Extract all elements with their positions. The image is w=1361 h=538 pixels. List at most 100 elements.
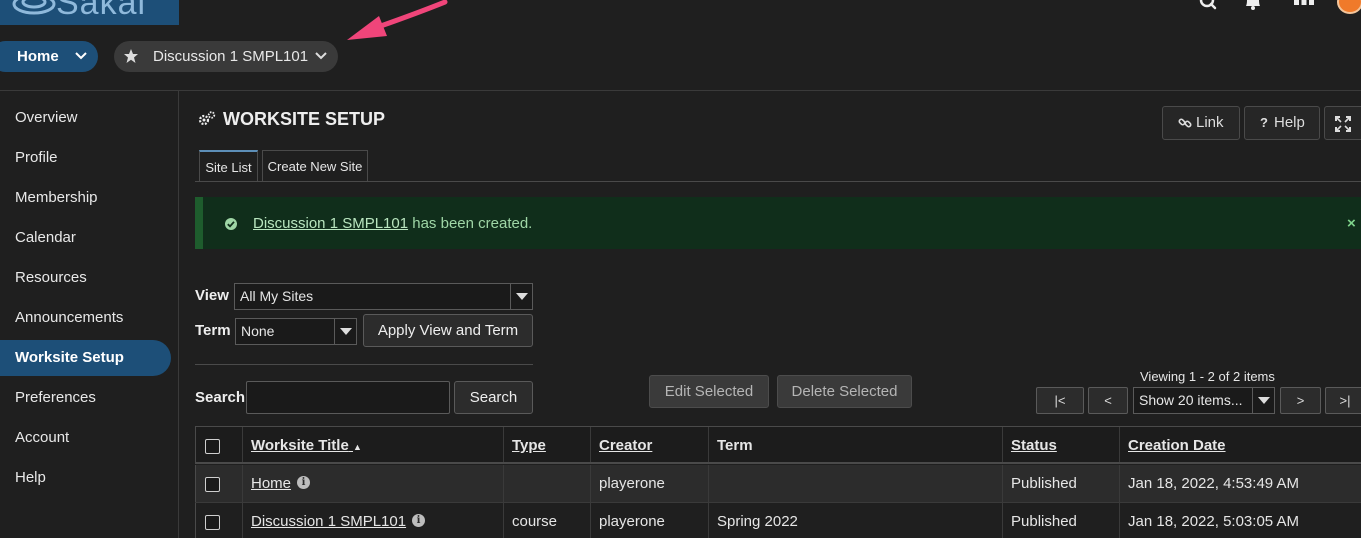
alert-message-text: has been created. [408,215,533,232]
view-select-value: All My Sites [240,288,314,304]
logo-swirl-icon [12,0,56,15]
search-label: Search [195,389,246,406]
question-icon: ? [1260,115,1268,130]
col-type[interactable]: Type [503,427,591,462]
view-label: View [195,287,229,304]
cell-type: course [503,503,591,538]
header-select-cell [195,427,243,462]
tab-create-new-site[interactable]: Create New Site [262,150,368,182]
alert-message: Discussion 1 SMPL101 has been created. [253,215,532,232]
help-button[interactable]: ? Help [1244,106,1320,140]
filter-divider [195,364,533,365]
search-input[interactable] [246,381,450,414]
table-row: Home i playerone Published Jan 18, 2022, … [195,465,1361,503]
sidebar-item-profile[interactable]: Profile [0,140,171,176]
link-button-label: Link [1196,114,1224,131]
chevron-down-icon [315,52,327,60]
caret-down-icon [334,319,356,344]
row-select-cell [195,465,243,502]
logo-text: Sakai [56,0,147,22]
sidebar-item-account[interactable]: Account [0,420,171,456]
cell-term [708,465,1003,502]
site-title-link[interactable]: Discussion 1 SMPL101 [251,513,406,530]
apply-view-term-button[interactable]: Apply View and Term [363,314,533,347]
sidebar-item-preferences[interactable]: Preferences [0,380,171,416]
sidebar-item-resources[interactable]: Resources [0,260,171,296]
delete-selected-button[interactable]: Delete Selected [777,375,912,408]
term-select[interactable]: None [235,318,357,345]
help-button-label: Help [1274,114,1305,131]
col-creator[interactable]: Creator [590,427,709,462]
caret-down-icon [510,284,532,309]
table-row: Discussion 1 SMPL101 i course playerone S… [195,503,1361,538]
cell-title: Discussion 1 SMPL101 i [242,503,504,538]
bell-icon[interactable] [1243,0,1263,14]
link-button[interactable]: Link [1162,106,1240,140]
info-icon[interactable]: i [412,513,426,527]
first-page-button[interactable]: |< [1036,387,1084,414]
col-status[interactable]: Status [1002,427,1120,462]
sidebar-item-worksite-setup[interactable]: Worksite Setup [0,340,171,376]
select-all-checkbox[interactable] [205,439,220,454]
search-icon[interactable] [1198,0,1218,14]
sidebar-item-announcements[interactable]: Announcements [0,300,171,336]
tab-site-list[interactable]: Site List [199,150,258,182]
tab-divider [195,181,1361,182]
user-avatar[interactable] [1337,0,1361,14]
star-icon[interactable] [123,48,139,64]
home-site-label: Home [17,48,59,65]
gears-icon [198,111,216,126]
sakai-logo[interactable]: Sakai [0,0,179,25]
current-site-label: Discussion 1 SMPL101 [153,48,309,65]
view-select[interactable]: All My Sites [234,283,533,310]
page-size-value: Show 20 items... [1139,392,1243,408]
cell-status: Published [1002,465,1120,502]
table-header-row: Worksite Title ▲ Type Creator Term Statu… [195,426,1361,464]
home-site-button[interactable]: Home [0,41,98,72]
cell-created: Jan 18, 2022, 5:03:05 AM [1119,503,1361,538]
page-size-select[interactable]: Show 20 items... [1133,387,1275,414]
sort-ascending-icon: ▲ [352,442,362,452]
row-checkbox[interactable] [205,477,220,492]
cell-creator: playerone [590,465,709,502]
caret-down-icon [1252,388,1274,413]
edit-selected-button[interactable]: Edit Selected [649,375,769,408]
last-page-button[interactable]: >| [1325,387,1361,414]
cell-created: Jan 18, 2022, 4:53:49 AM [1119,465,1361,502]
viewing-count: Viewing 1 - 2 of 2 items [1140,369,1275,384]
info-icon[interactable]: i [297,475,311,489]
sidebar-item-membership[interactable]: Membership [0,180,171,216]
cell-status: Published [1002,503,1120,538]
col-worksite-title[interactable]: Worksite Title ▲ [242,427,504,462]
sidebar-item-overview[interactable]: Overview [0,100,171,136]
annotation-arrow-icon [347,0,448,40]
cell-type [503,465,591,502]
alert-site-link[interactable]: Discussion 1 SMPL101 [253,215,408,232]
tool-title-text: WORKSITE SETUP [223,109,386,129]
row-checkbox[interactable] [205,515,220,530]
chevron-down-icon [75,52,87,60]
col-term: Term [708,427,1003,462]
term-select-value: None [241,323,275,339]
header-divider [0,90,1361,91]
cell-creator: playerone [590,503,709,538]
search-button[interactable]: Search [454,381,533,414]
prev-page-button[interactable]: < [1088,387,1128,414]
check-circle-icon [225,218,237,230]
cell-title: Home i [242,465,504,502]
sidebar-divider [178,91,179,538]
col-creation-date[interactable]: Creation Date [1119,427,1361,462]
site-title-link[interactable]: Home [251,475,291,492]
fullscreen-button[interactable] [1324,106,1361,140]
apps-grid-icon[interactable] [1293,0,1315,14]
current-site-button[interactable]: Discussion 1 SMPL101 [114,41,338,72]
term-label: Term [195,322,231,339]
close-icon[interactable]: × [1347,215,1356,232]
cell-term: Spring 2022 [708,503,1003,538]
next-page-button[interactable]: > [1280,387,1321,414]
col-worksite-title-label: Worksite Title [251,437,349,454]
sidebar-item-calendar[interactable]: Calendar [0,220,171,256]
expand-icon [1335,116,1351,132]
sidebar-item-help[interactable]: Help [0,460,171,496]
success-alert: Discussion 1 SMPL101 has been created. × [195,197,1361,249]
